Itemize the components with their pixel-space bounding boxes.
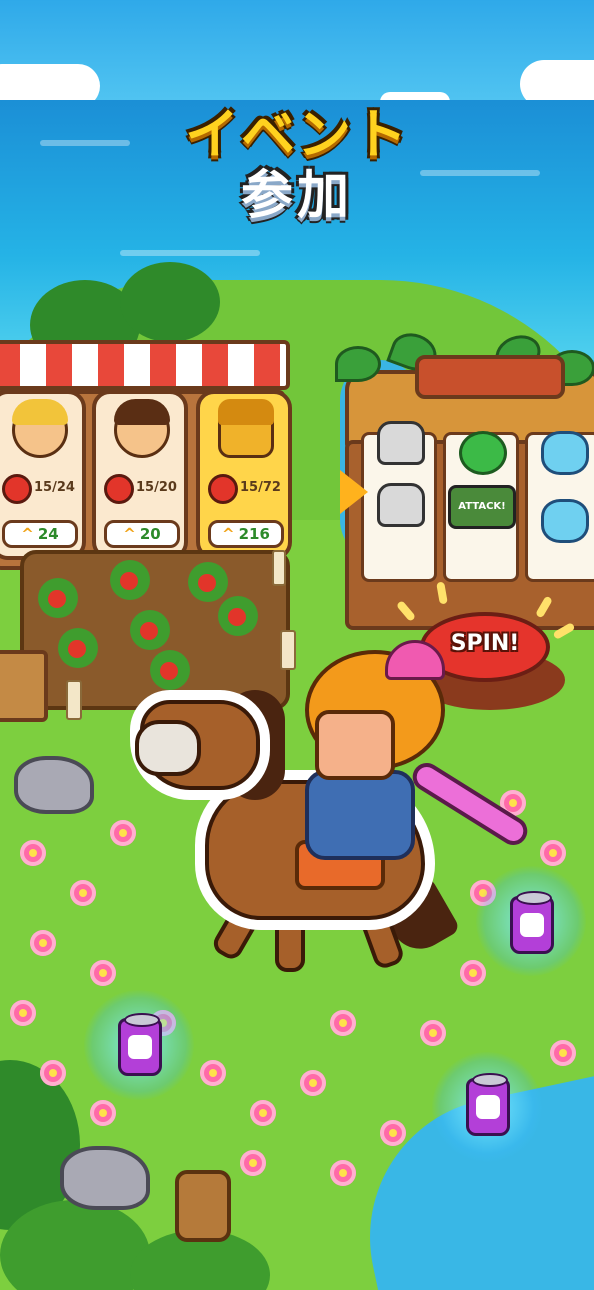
stall-awning [0, 340, 290, 390]
game-scene: イベント 参加 15/24 ^ 24 15/20 ^ 20 15/72 ^ 216 [0, 0, 594, 1290]
reward-badge: ^ 216 [208, 520, 284, 548]
order-card-3[interactable]: 15/72 ^ 216 [196, 390, 292, 560]
butterfly-icon [541, 499, 589, 543]
flower [540, 840, 566, 866]
flower [200, 1060, 226, 1086]
title-line-1: イベント [185, 103, 409, 166]
tomato-plant[interactable] [58, 628, 98, 668]
flower [70, 880, 96, 906]
knight-torso [305, 770, 415, 860]
reward-value: 20 [139, 525, 161, 543]
reward-value: 216 [238, 525, 270, 543]
tomato-count: 15/24 [34, 480, 75, 495]
chevron-up-icon: ^ [123, 525, 136, 543]
horse-snout [135, 720, 201, 776]
flower [20, 840, 46, 866]
rock [60, 1146, 150, 1210]
flower [110, 820, 136, 846]
skull-icon [377, 483, 425, 527]
gem-icon [459, 431, 507, 475]
reel-1 [361, 421, 437, 582]
tomato-plant[interactable] [218, 596, 258, 636]
flower [250, 1100, 276, 1126]
knight-face [315, 710, 395, 780]
chevron-up-icon: ^ [21, 525, 34, 543]
reel-2: ATTACK! [443, 431, 519, 582]
reward-badge: ^ 24 [2, 520, 78, 548]
reel-pointer-icon [340, 470, 368, 514]
reel-3 [525, 431, 594, 582]
paint-can-pickup[interactable] [466, 1073, 510, 1136]
reward-badge: ^ 20 [104, 520, 180, 548]
flower [330, 1160, 356, 1186]
tomato-plant[interactable] [188, 562, 228, 602]
pink-sword [407, 757, 533, 851]
flower [30, 930, 56, 956]
flower [300, 1070, 326, 1096]
tomato-plant[interactable] [38, 578, 78, 618]
tomato-icon [2, 474, 32, 504]
order-card-2[interactable]: 15/20 ^ 20 [92, 390, 188, 560]
flower [40, 1060, 66, 1086]
flower [90, 960, 116, 986]
tomato-icon [104, 474, 134, 504]
fence-post [66, 680, 82, 720]
flower [240, 1150, 266, 1176]
slot-sign [415, 355, 565, 399]
tomato-count: 15/20 [136, 480, 177, 495]
flower [550, 1040, 576, 1066]
villager-avatar [12, 399, 68, 458]
rock [14, 756, 94, 814]
butterfly-icon [541, 431, 589, 475]
paint-can-pickup[interactable] [510, 891, 554, 954]
tomato-icon [208, 474, 238, 504]
flower [420, 1020, 446, 1046]
attack-icon: ATTACK! [448, 485, 516, 529]
flower [330, 1010, 356, 1036]
helmet-crest [385, 640, 445, 680]
flower [380, 1120, 406, 1146]
chevron-up-icon: ^ [222, 525, 235, 543]
event-title: イベント 参加 [0, 103, 594, 226]
order-card-1[interactable]: 15/24 ^ 24 [0, 390, 86, 560]
tomato-count: 15/72 [240, 480, 281, 495]
tree-stump [175, 1170, 231, 1242]
skull-icon [377, 421, 425, 465]
flower [90, 1100, 116, 1126]
title-line-2: 参加 [240, 166, 353, 226]
tomato-crate [0, 650, 48, 722]
tomato-plant[interactable] [110, 560, 150, 600]
flower [10, 1000, 36, 1026]
paint-can-pickup[interactable] [118, 1013, 162, 1076]
fence-post [272, 550, 286, 586]
golden-idol-avatar [218, 399, 274, 458]
villager-avatar [114, 399, 170, 458]
reward-value: 24 [37, 525, 59, 543]
knight-on-horse[interactable] [135, 640, 533, 980]
